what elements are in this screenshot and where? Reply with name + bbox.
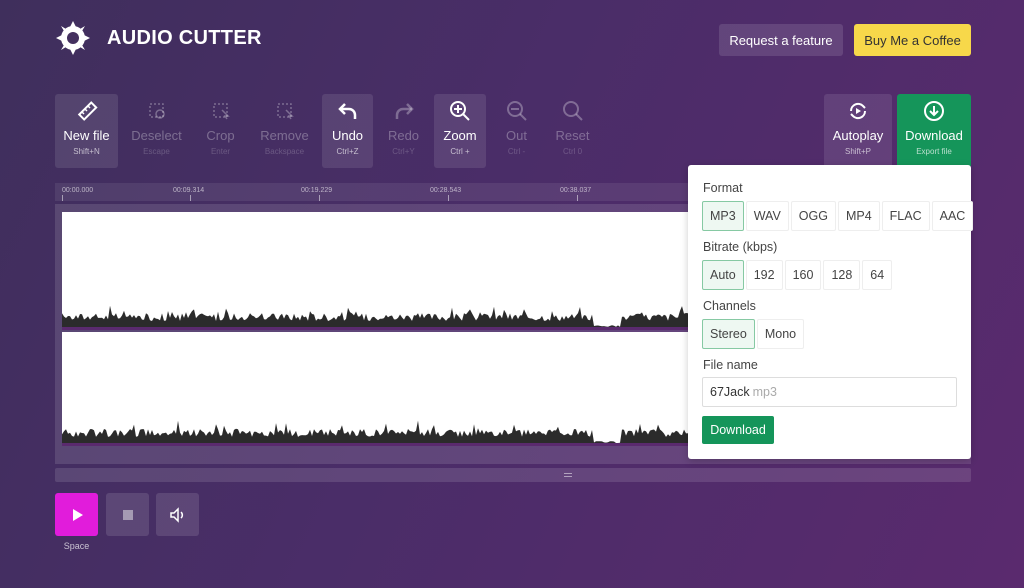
- filename-extension: mp3: [752, 385, 777, 399]
- format-label: Format: [703, 181, 743, 195]
- zoom-out-label: Out: [506, 128, 527, 143]
- format-option-wav[interactable]: WAV: [745, 201, 789, 231]
- timeline-tick: 00:00.000: [62, 187, 94, 194]
- bitrate-option-192[interactable]: 192: [745, 260, 783, 290]
- zoom-out-button[interactable]: Out Ctrl -: [491, 94, 542, 168]
- undo-label: Undo: [331, 128, 364, 143]
- deselect-button[interactable]: Deselect Escape: [125, 94, 188, 168]
- crop-button[interactable]: Crop Enter: [189, 94, 252, 168]
- waveform-scrollbar[interactable]: [55, 468, 971, 482]
- play-button[interactable]: [55, 493, 98, 536]
- channel-option-stereo[interactable]: Stereo: [702, 319, 755, 349]
- stop-icon: [122, 509, 133, 520]
- app-title: AUDIO CUTTER: [107, 26, 262, 49]
- timeline-tick-mark: [577, 195, 578, 201]
- new-file-button[interactable]: New file Shift+N: [55, 94, 118, 168]
- undo-icon: [337, 103, 356, 119]
- bitrate-option-64[interactable]: 64: [862, 260, 893, 290]
- zoom-reset-label: Reset: [555, 128, 590, 143]
- zoom-in-label: Zoom: [443, 128, 477, 143]
- bitrate-option-128[interactable]: 128: [823, 260, 861, 290]
- gear-saw-icon: [56, 21, 90, 55]
- format-options: MP3 WAV OGG MP4 FLAC AAC: [702, 201, 974, 231]
- redo-shortcut: Ctrl+Y: [392, 147, 415, 156]
- deselect-shortcut: Escape: [143, 147, 170, 156]
- bitrate-options: Auto 192 160 128 64: [702, 260, 893, 290]
- buy-coffee-button[interactable]: Buy Me a Coffee: [854, 24, 971, 56]
- channels-options: Stereo Mono: [702, 319, 805, 349]
- stop-button[interactable]: [106, 493, 149, 536]
- format-option-mp3[interactable]: MP3: [702, 201, 744, 231]
- channels-label: Channels: [703, 299, 756, 313]
- redo-label: Redo: [387, 128, 420, 143]
- undo-button[interactable]: Undo Ctrl+Z: [322, 94, 373, 168]
- zoom-in-icon: [450, 101, 470, 121]
- zoom-reset-button[interactable]: Reset Ctrl 0: [547, 94, 598, 168]
- timeline-tick: 00:28.543: [430, 187, 462, 194]
- bitrate-option-160[interactable]: 160: [784, 260, 822, 290]
- filename-input[interactable]: 67Jack mp3: [702, 377, 957, 407]
- autoplay-shortcut: Shift+P: [844, 147, 871, 156]
- format-option-mp4[interactable]: MP4: [837, 201, 880, 231]
- download-icon: [924, 101, 944, 121]
- download-toolbar-button[interactable]: Download Export file: [897, 94, 971, 168]
- redo-icon: [395, 103, 414, 119]
- undo-shortcut: Ctrl+Z: [336, 147, 359, 156]
- remove-label: Remove: [260, 128, 309, 143]
- zoom-reset-shortcut: Ctrl 0: [562, 147, 583, 156]
- app-logo: AUDIO CUTTER: [55, 20, 262, 56]
- zoom-reset-icon: [562, 101, 583, 121]
- deselect-label: Deselect: [131, 128, 182, 143]
- timeline-tick-mark: [62, 195, 63, 201]
- scroll-grip[interactable]: [564, 473, 572, 477]
- bitrate-label: Bitrate (kbps): [703, 240, 778, 254]
- crop-shortcut: Enter: [210, 147, 231, 156]
- remove-shortcut: Backspace: [264, 147, 305, 156]
- volume-icon: [169, 506, 183, 523]
- timeline-tick-mark: [190, 195, 191, 201]
- format-option-ogg[interactable]: OGG: [790, 201, 836, 231]
- download-toolbar-shortcut: Export file: [916, 147, 952, 156]
- autoplay-icon: [849, 102, 867, 120]
- remove-icon: [276, 103, 294, 120]
- autoplay-button[interactable]: Autoplay Shift+P: [824, 94, 892, 168]
- ruler-icon: [77, 101, 98, 121]
- zoom-out-icon: [506, 101, 527, 121]
- new-file-shortcut: Shift+N: [73, 147, 100, 156]
- format-option-aac[interactable]: AAC: [931, 201, 974, 231]
- timeline-tick: 00:09.314: [173, 187, 205, 194]
- deselect-icon: [148, 103, 165, 119]
- zoom-in-shortcut: Ctrl +: [450, 147, 470, 156]
- export-panel: Format MP3 WAV OGG MP4 FLAC AAC Bitrate …: [688, 165, 974, 459]
- request-feature-button[interactable]: Request a feature: [719, 24, 843, 56]
- autoplay-label: Autoplay: [832, 128, 884, 143]
- redo-button[interactable]: Redo Ctrl+Y: [378, 94, 429, 168]
- timeline-tick: 00:38.037: [560, 187, 592, 194]
- new-file-label: New file: [63, 128, 110, 143]
- crop-icon: [212, 103, 230, 120]
- bitrate-option-auto[interactable]: Auto: [702, 260, 744, 290]
- timeline-tick-mark: [448, 195, 449, 201]
- zoom-out-shortcut: Ctrl -: [507, 147, 526, 156]
- remove-button[interactable]: Remove Backspace: [253, 94, 316, 168]
- download-toolbar-label: Download: [905, 128, 963, 143]
- play-icon: [72, 508, 83, 521]
- crop-label: Crop: [206, 128, 235, 143]
- filename-value: 67Jack: [710, 385, 750, 399]
- filename-label: File name: [703, 358, 758, 372]
- timeline-tick-mark: [319, 195, 320, 201]
- channel-option-mono[interactable]: Mono: [756, 319, 805, 349]
- timeline-tick: 00:19.229: [301, 187, 333, 194]
- zoom-in-button[interactable]: Zoom Ctrl +: [434, 94, 486, 168]
- format-option-flac[interactable]: FLAC: [881, 201, 930, 231]
- download-button[interactable]: Download: [702, 416, 774, 444]
- play-shortcut-hint: Space: [63, 541, 90, 551]
- volume-button[interactable]: [156, 493, 199, 536]
